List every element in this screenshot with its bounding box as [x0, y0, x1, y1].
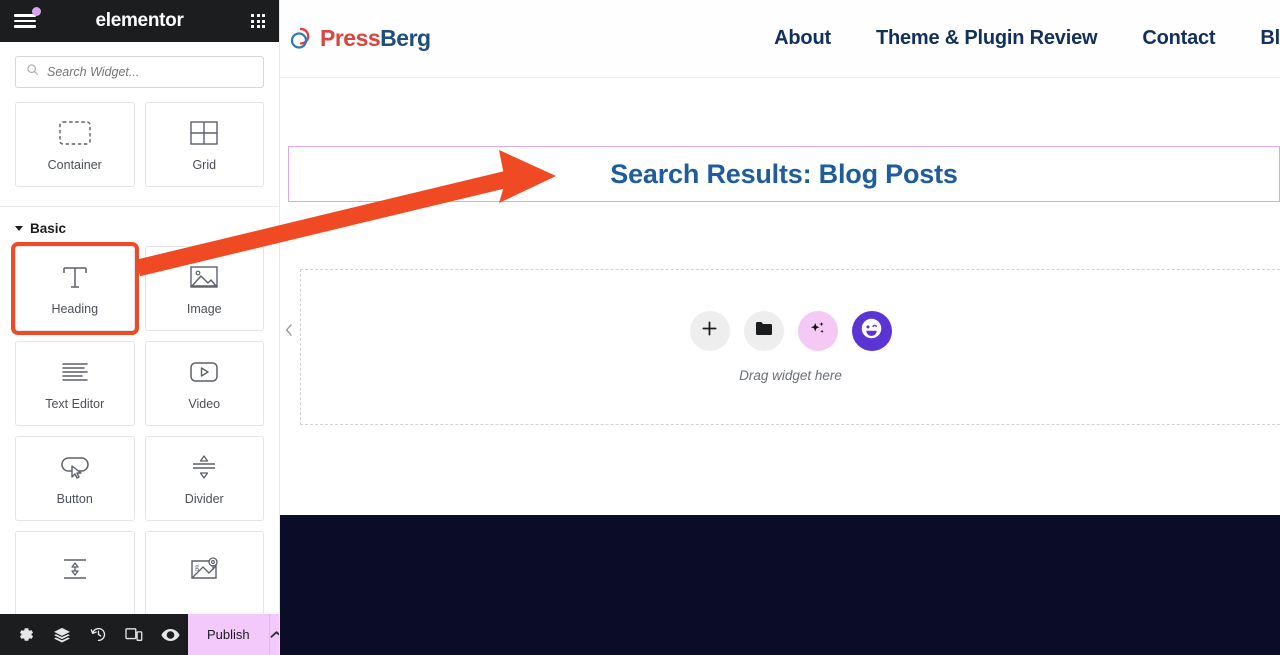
widget-label: Text Editor: [45, 396, 105, 411]
container-icon: [59, 118, 91, 148]
site-footer: [280, 515, 1280, 655]
sparkles-icon: [808, 319, 827, 343]
panel-collapse-handle[interactable]: [280, 318, 298, 342]
widget-label: Image: [186, 301, 222, 316]
preview-eye-icon[interactable]: [152, 614, 188, 655]
video-play-icon: [189, 357, 219, 387]
svg-text:g: g: [195, 562, 199, 571]
footer-icon-group: [0, 614, 188, 655]
heading-widget-element[interactable]: Search Results: Blog Posts: [288, 146, 1280, 202]
winking-face-icon: [859, 316, 884, 346]
caret-down-icon: [15, 226, 23, 231]
spacer-icon: [60, 554, 90, 584]
plus-icon: [701, 320, 718, 342]
panel-header: elementor: [0, 0, 279, 42]
widget-grid-layout[interactable]: Grid: [144, 102, 264, 187]
nav-item-theme-plugin-review[interactable]: Theme & Plugin Review: [876, 27, 1098, 50]
logo-text-berg: Berg: [380, 25, 431, 51]
panel-footer-toolbar: Publish: [0, 614, 279, 655]
widget-label: Button: [56, 491, 93, 506]
dropzone-inner: Drag widget here: [689, 311, 892, 383]
image-icon: [190, 262, 218, 292]
preview-canvas: PressBerg About Theme & Plugin Review Co…: [280, 0, 1280, 655]
history-icon[interactable]: [80, 614, 116, 655]
folder-icon: [755, 321, 773, 341]
text-editor-icon: [60, 357, 90, 387]
widget-label: Grid: [192, 157, 217, 172]
chevron-up-icon[interactable]: [268, 614, 279, 655]
widget-image[interactable]: Image: [144, 246, 264, 331]
widget-label: Divider: [184, 491, 224, 506]
elementor-editor: elementor Search Widget... Container Gri…: [0, 0, 1280, 655]
search-box[interactable]: [15, 56, 264, 88]
nav-item-blog[interactable]: Bl: [1260, 27, 1280, 50]
dropzone-buttons: [689, 311, 892, 351]
site-logo[interactable]: PressBerg: [288, 25, 431, 52]
settings-gear-icon[interactable]: [8, 614, 44, 655]
widget-spacer[interactable]: [15, 531, 135, 616]
widget-video[interactable]: Video: [144, 341, 264, 426]
publish-button[interactable]: Publish: [188, 614, 269, 655]
layout-widgets-grid: Container Grid: [0, 100, 279, 201]
responsive-mode-icon[interactable]: [116, 614, 152, 655]
pressberg-logo-mark: [288, 26, 314, 52]
site-header: PressBerg About Theme & Plugin Review Co…: [280, 0, 1280, 78]
dropzone-label: Drag widget here: [739, 368, 842, 383]
site-nav: About Theme & Plugin Review Contact Bl: [774, 27, 1280, 50]
button-cursor-icon: [59, 452, 91, 482]
navigator-layers-icon[interactable]: [44, 614, 80, 655]
grid-layout-icon: [190, 118, 218, 148]
widget-google-maps[interactable]: g: [144, 531, 264, 616]
add-template-button[interactable]: [743, 311, 784, 351]
widget-text-editor[interactable]: Text Editor: [15, 341, 135, 426]
widget-button[interactable]: Button: [15, 436, 135, 521]
search-input[interactable]: [47, 65, 253, 79]
grid-apps-icon[interactable]: [251, 14, 265, 28]
widget-panel: elementor Search Widget... Container Gri…: [0, 0, 280, 655]
widget-dropzone[interactable]: Drag widget here: [300, 269, 1280, 425]
elementor-logo-text: elementor: [95, 10, 184, 31]
basic-widgets-grid: Heading Image Text Editor Video Button D…: [0, 242, 279, 616]
section-header-basic[interactable]: Basic: [0, 207, 279, 246]
widget-heading[interactable]: Heading: [11, 242, 139, 335]
section-title-label: Basic: [30, 221, 67, 236]
avatar-button[interactable]: [851, 311, 892, 351]
search-widget-container: [0, 42, 279, 100]
ai-button[interactable]: [797, 311, 838, 351]
add-element-button[interactable]: [689, 311, 730, 351]
widget-label: Heading: [51, 301, 99, 316]
logo-text-press: Press: [320, 25, 381, 51]
widget-label: Video: [188, 396, 221, 411]
nav-item-about[interactable]: About: [774, 27, 831, 50]
site-logo-text: PressBerg: [320, 25, 431, 52]
nav-item-contact[interactable]: Contact: [1142, 27, 1215, 50]
page-title: Search Results: Blog Posts: [610, 158, 958, 189]
widget-label: Container: [47, 157, 102, 172]
google-maps-icon: g: [189, 554, 219, 584]
notification-dot-icon: [32, 7, 41, 16]
divider-icon: [189, 452, 219, 482]
widget-container[interactable]: Container: [15, 102, 135, 187]
search-icon: [26, 63, 39, 81]
widget-divider[interactable]: Divider: [144, 436, 264, 521]
hamburger-icon[interactable]: [14, 7, 41, 30]
heading-t-icon: [60, 262, 90, 292]
